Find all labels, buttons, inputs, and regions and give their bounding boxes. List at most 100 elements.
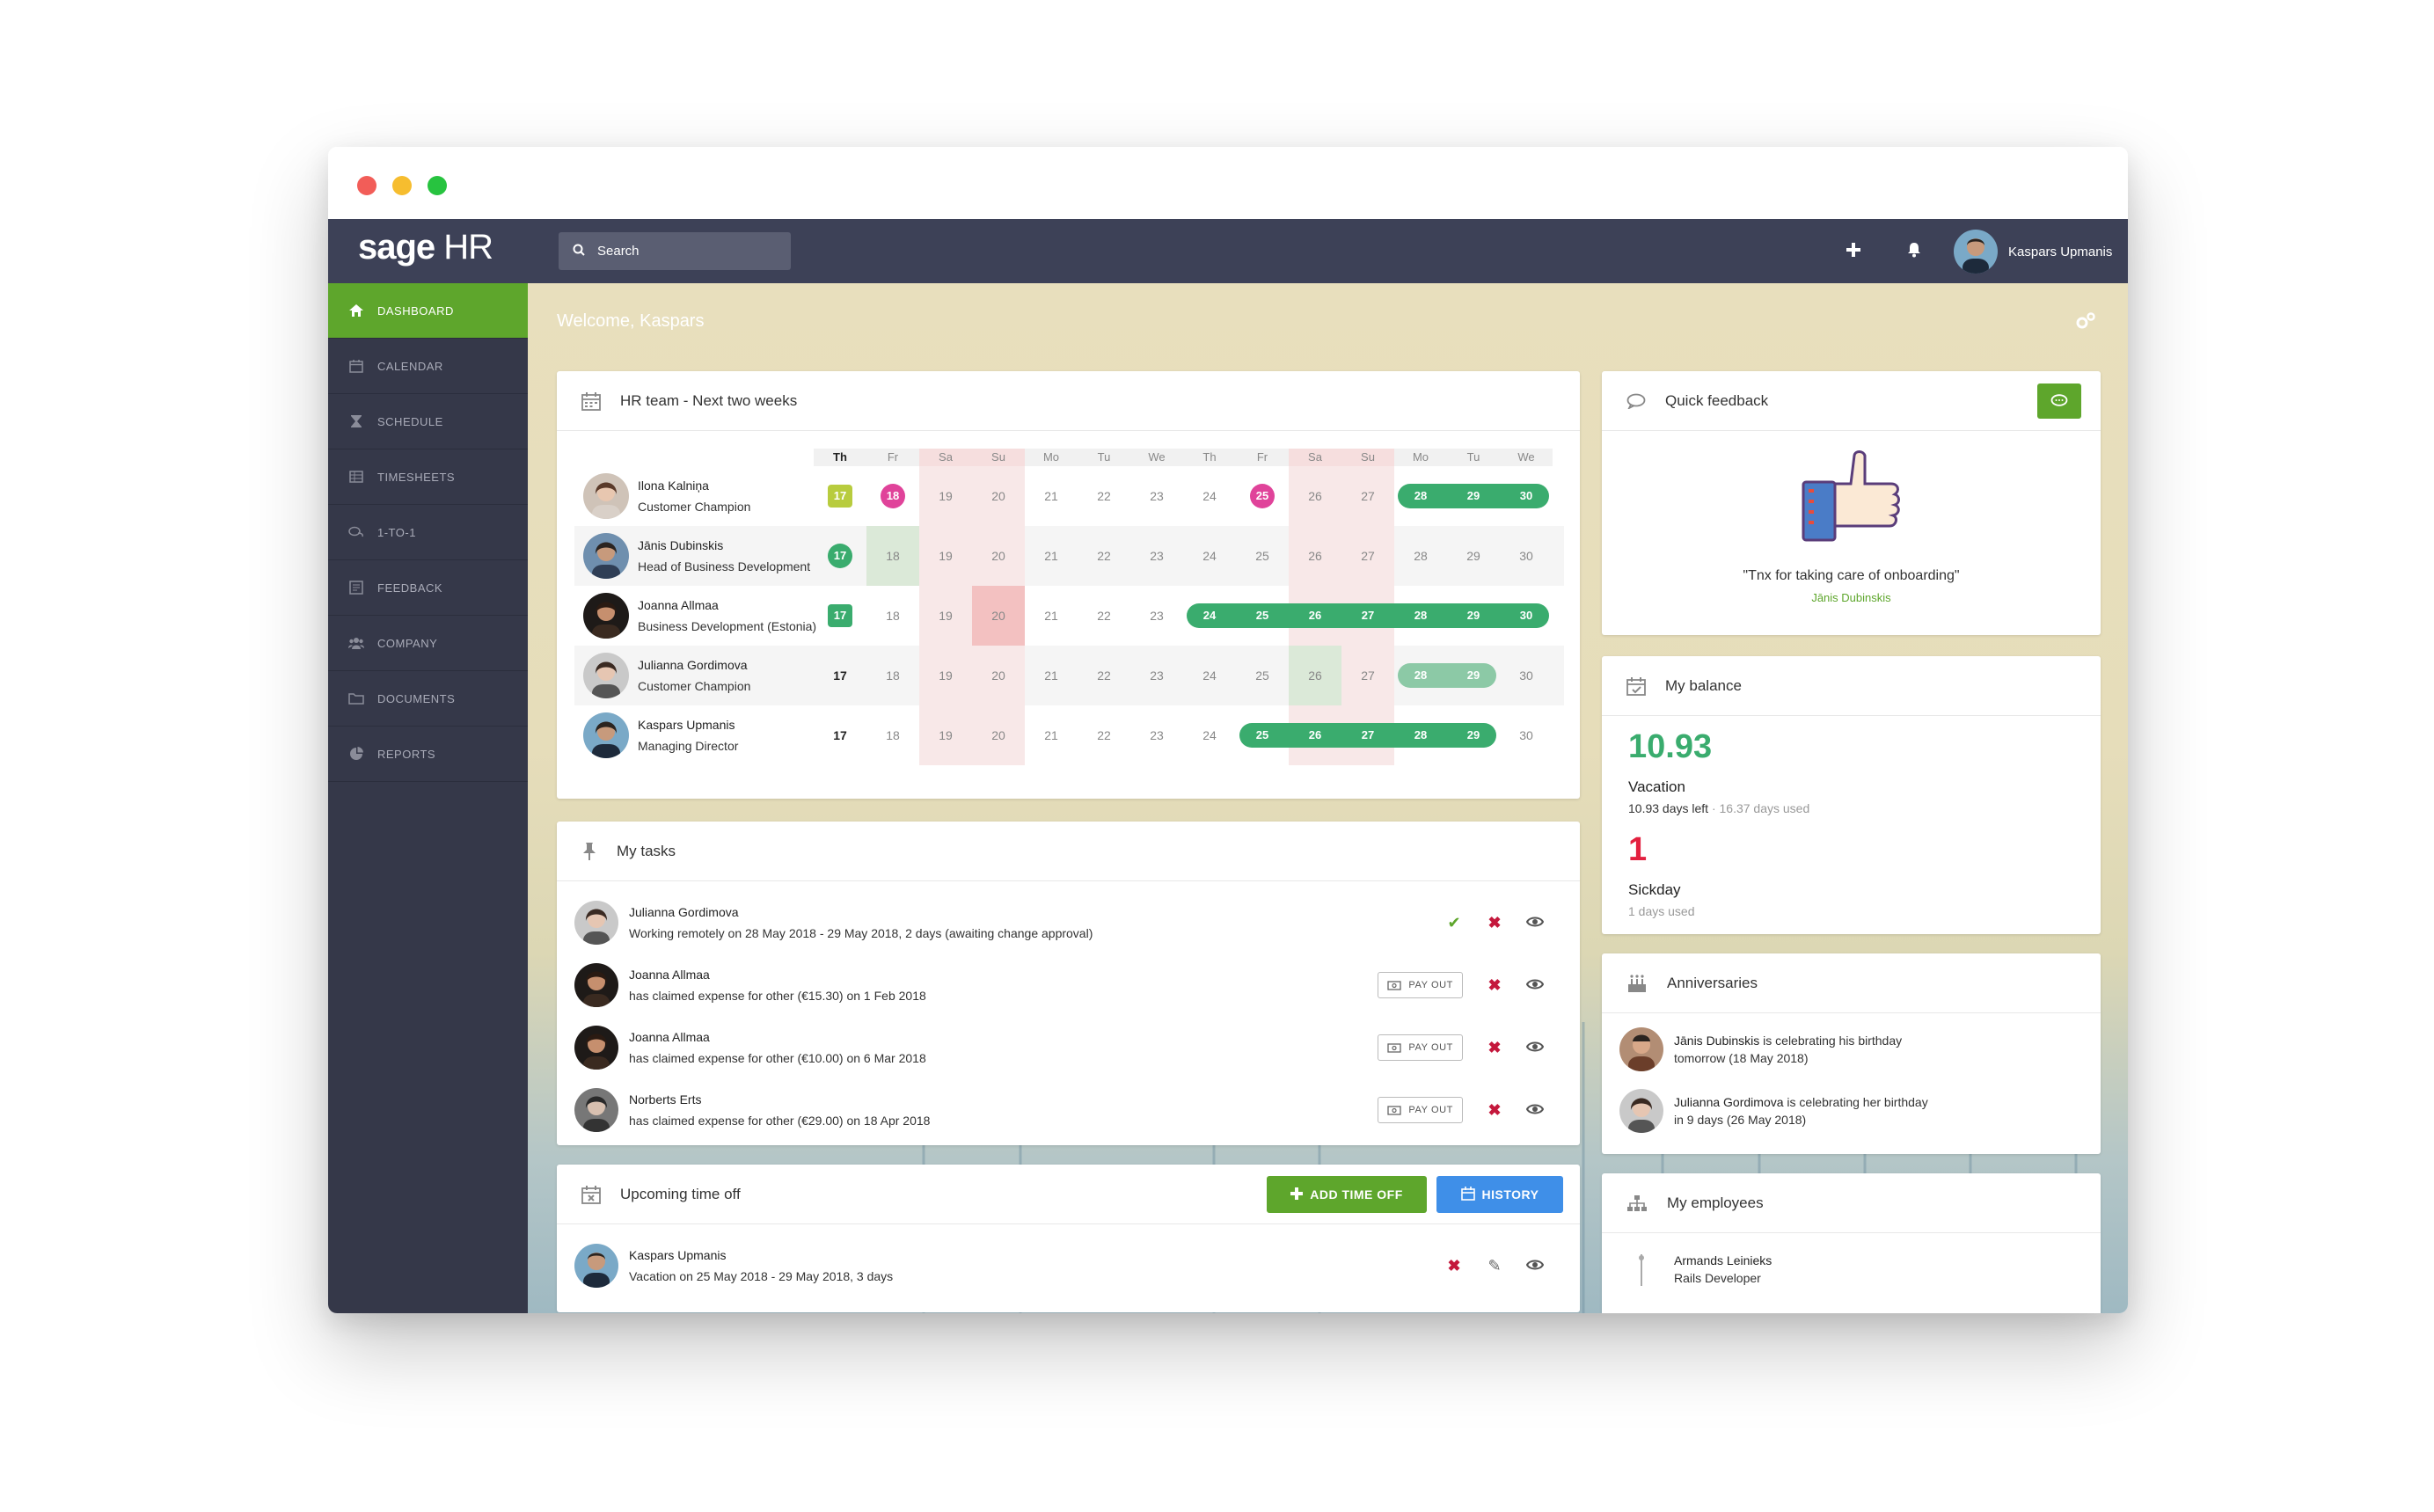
pay-out-button[interactable]: PAY OUT: [1378, 1097, 1463, 1123]
calendar-day-cell[interactable]: 26: [1289, 646, 1341, 705]
sage-hr-logo[interactable]: sage HR: [358, 228, 493, 267]
calendar-day-cell[interactable]: 30: [1500, 705, 1553, 765]
sidebar-item-calendar[interactable]: CALENDAR: [328, 339, 528, 394]
view-icon[interactable]: [1525, 1101, 1545, 1120]
calendar-day-cell[interactable]: 17: [814, 646, 866, 705]
view-icon[interactable]: [1525, 914, 1545, 932]
approve-icon[interactable]: ✔: [1445, 914, 1463, 932]
calendar-day-cell[interactable]: 23: [1130, 586, 1183, 646]
anniversary-person[interactable]: Jānis Dubinskis: [1674, 1034, 1759, 1048]
calendar-day-cell[interactable]: 23: [1130, 705, 1183, 765]
calendar-day-cell[interactable]: 17: [814, 586, 866, 646]
calendar-day-cell[interactable]: 26: [1289, 466, 1341, 526]
minimize-window-button[interactable]: [392, 176, 412, 195]
anniversary-person[interactable]: Julianna Gordimova: [1674, 1095, 1784, 1109]
event-marker[interactable]: 25: [1250, 484, 1275, 508]
close-window-button[interactable]: [357, 176, 376, 195]
time-off-bar[interactable]: 28 29: [1398, 663, 1496, 688]
calendar-day-cell[interactable]: 25: [1236, 646, 1289, 705]
calendar-day-cell[interactable]: 17: [814, 466, 866, 526]
calendar-day-cell[interactable]: 22: [1078, 646, 1130, 705]
today-badge[interactable]: 17: [828, 604, 852, 627]
sidebar-item-schedule[interactable]: SCHEDULE: [328, 394, 528, 449]
calendar-day-cell[interactable]: 23: [1130, 466, 1183, 526]
add-time-off-button[interactable]: ADD TIME OFF: [1267, 1176, 1427, 1213]
calendar-day-cell[interactable]: 21: [1025, 646, 1078, 705]
calendar-day-cell[interactable]: 19: [919, 646, 972, 705]
calendar-day-cell[interactable]: 20: [972, 705, 1025, 765]
calendar-day-cell[interactable]: 20: [972, 586, 1025, 646]
sidebar-item-reports[interactable]: REPORTS: [328, 727, 528, 782]
calendar-day-cell[interactable]: 28: [1394, 526, 1447, 586]
employee-item[interactable]: Armands Leinieks Rails Developer: [1619, 1247, 1772, 1291]
time-off-bar[interactable]: 24 25 26 27 28 29 30: [1187, 603, 1549, 628]
calendar-person[interactable]: Kaspars Upmanis Managing Director: [583, 712, 738, 758]
today-badge[interactable]: 17: [828, 485, 852, 508]
calendar-day-cell[interactable]: 18: [866, 526, 919, 586]
dashboard-settings-icon[interactable]: [2075, 311, 2096, 336]
calendar-day-cell[interactable]: 27: [1341, 466, 1394, 526]
reject-icon[interactable]: ✖: [1486, 914, 1503, 932]
calendar-day-cell[interactable]: 22: [1078, 705, 1130, 765]
sidebar-item-company[interactable]: COMPANY: [328, 616, 528, 671]
give-feedback-button[interactable]: [2037, 383, 2081, 419]
time-off-bar[interactable]: 28 29 30: [1398, 484, 1549, 508]
calendar-day-cell[interactable]: 19: [919, 586, 972, 646]
user-menu[interactable]: Kaspars Upmanis: [1954, 230, 2112, 274]
calendar-day-cell[interactable]: 17: [814, 705, 866, 765]
calendar-person[interactable]: Joanna Allmaa Business Development (Eston…: [583, 593, 816, 639]
calendar-day-cell[interactable]: 19: [919, 526, 972, 586]
edit-icon[interactable]: ✎: [1486, 1257, 1503, 1275]
sidebar-item-feedback[interactable]: FEEDBACK: [328, 560, 528, 616]
calendar-day-cell[interactable]: 26: [1289, 526, 1341, 586]
feedback-author[interactable]: Jānis Dubinskis: [1602, 591, 2101, 604]
calendar-day-cell[interactable]: 24: [1183, 646, 1236, 705]
calendar-day-cell[interactable]: 22: [1078, 586, 1130, 646]
calendar-day-cell[interactable]: 22: [1078, 466, 1130, 526]
calendar-day-cell[interactable]: 18: [866, 646, 919, 705]
time-off-bar[interactable]: 25 26 27 28 29: [1239, 723, 1496, 748]
calendar-day-cell[interactable]: 21: [1025, 466, 1078, 526]
sidebar-item-timesheets[interactable]: TIMESHEETS: [328, 449, 528, 505]
calendar-person[interactable]: Jānis Dubinskis Head of Business Developm…: [583, 533, 810, 579]
calendar-day-cell[interactable]: 21: [1025, 586, 1078, 646]
sidebar-item-documents[interactable]: DOCUMENTS: [328, 671, 528, 727]
plus-icon[interactable]: [1846, 237, 1861, 263]
today-badge[interactable]: 17: [828, 544, 852, 568]
calendar-day-cell[interactable]: 27: [1341, 646, 1394, 705]
view-icon[interactable]: [1525, 1257, 1545, 1275]
view-icon[interactable]: [1525, 1039, 1545, 1057]
calendar-person[interactable]: Ilona Kalniņa Customer Champion: [583, 473, 750, 519]
reject-icon[interactable]: ✖: [1486, 976, 1503, 995]
calendar-day-cell[interactable]: 30: [1500, 526, 1553, 586]
calendar-day-cell[interactable]: 18: [866, 466, 919, 526]
calendar-day-cell[interactable]: 25: [1236, 466, 1289, 526]
calendar-day-cell[interactable]: 29: [1447, 526, 1500, 586]
calendar-day-cell[interactable]: 24: [1183, 526, 1236, 586]
sidebar-item-dashboard[interactable]: DASHBOARD: [328, 283, 528, 339]
calendar-day-cell[interactable]: 22: [1078, 526, 1130, 586]
calendar-day-cell[interactable]: 20: [972, 466, 1025, 526]
search-input[interactable]: Search: [559, 232, 791, 270]
calendar-day-cell[interactable]: 19: [919, 705, 972, 765]
pay-out-button[interactable]: PAY OUT: [1378, 1034, 1463, 1061]
calendar-day-cell[interactable]: 24: [1183, 705, 1236, 765]
reject-icon[interactable]: ✖: [1486, 1039, 1503, 1057]
event-marker[interactable]: 18: [881, 484, 905, 508]
calendar-day-cell[interactable]: 21: [1025, 526, 1078, 586]
calendar-person[interactable]: Julianna Gordimova Customer Champion: [583, 653, 750, 698]
calendar-day-cell[interactable]: 25: [1236, 526, 1289, 586]
calendar-day-cell[interactable]: 19: [919, 466, 972, 526]
reject-icon[interactable]: ✖: [1486, 1101, 1503, 1120]
calendar-day-cell[interactable]: 21: [1025, 705, 1078, 765]
view-icon[interactable]: [1525, 976, 1545, 995]
cancel-time-off-icon[interactable]: ✖: [1445, 1257, 1463, 1275]
calendar-day-cell[interactable]: 20: [972, 526, 1025, 586]
pay-out-button[interactable]: PAY OUT: [1378, 972, 1463, 998]
calendar-day-cell[interactable]: 30: [1500, 646, 1553, 705]
calendar-day-cell[interactable]: 23: [1130, 646, 1183, 705]
calendar-day-cell[interactable]: 17: [814, 526, 866, 586]
calendar-day-cell[interactable]: 20: [972, 646, 1025, 705]
calendar-day-cell[interactable]: 18: [866, 705, 919, 765]
calendar-day-cell[interactable]: 23: [1130, 526, 1183, 586]
